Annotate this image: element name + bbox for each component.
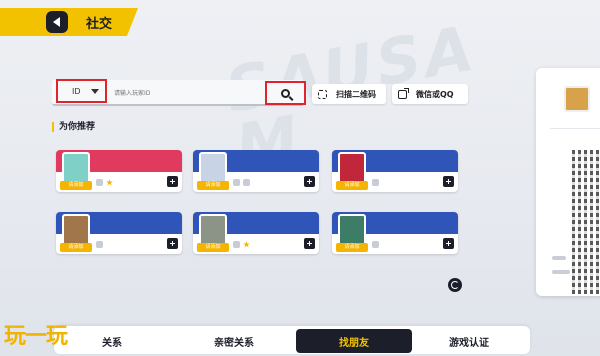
friend-card[interactable]: 请添加 — [56, 150, 182, 192]
page-title: 社交 — [86, 17, 113, 32]
add-friend-button[interactable] — [443, 176, 454, 187]
avatar — [199, 214, 227, 246]
add-friend-button[interactable] — [167, 238, 178, 249]
refresh-icon[interactable] — [448, 278, 462, 292]
medal-icon — [233, 241, 240, 248]
chevron-down-icon — [91, 88, 99, 94]
medal-icon — [372, 179, 379, 186]
share-icon — [398, 87, 409, 99]
medal-icon — [96, 241, 103, 248]
panel-divider — [550, 128, 600, 129]
friend-card[interactable]: 请添加 — [332, 212, 458, 254]
scan-qr-label: 扫描二维码 — [336, 89, 376, 99]
card-icons — [233, 241, 250, 248]
wechat-qq-button[interactable]: 微信或QQ — [392, 84, 468, 104]
card-icons — [372, 241, 379, 248]
header-bar — [0, 8, 138, 36]
search-button[interactable] — [265, 81, 306, 105]
panel-text-placeholder — [552, 270, 570, 274]
wechat-qq-label: 微信或QQ — [416, 89, 454, 99]
qr-code-icon — [572, 150, 600, 294]
add-status-badge: 请添加 — [60, 181, 92, 190]
card-icons — [96, 179, 113, 186]
friend-card[interactable]: 请添加 — [56, 212, 182, 254]
medal-icon — [243, 179, 250, 186]
card-icons — [233, 179, 250, 186]
search-icon — [281, 88, 290, 98]
avatar — [62, 152, 90, 184]
scan-qr-button[interactable]: 扫描二维码 — [312, 84, 386, 104]
player-id-input[interactable] — [114, 86, 254, 100]
medal-icon — [96, 179, 103, 186]
star-icon — [243, 241, 250, 248]
medal-icon — [233, 179, 240, 186]
tab-relations[interactable]: 关系 — [80, 329, 144, 353]
brand-watermark: 玩一玩 — [4, 324, 68, 349]
panel-text-placeholder — [552, 256, 566, 260]
star-icon — [106, 179, 113, 186]
avatar — [338, 214, 366, 246]
friend-card[interactable]: 请添加 — [193, 150, 319, 192]
add-friend-button[interactable] — [304, 176, 315, 187]
medal-icon — [372, 241, 379, 248]
tab-close-relations[interactable]: 亲密关系 — [196, 329, 272, 353]
search-type-select[interactable]: ID — [56, 79, 107, 103]
add-friend-button[interactable] — [304, 238, 315, 249]
search-type-value: ID — [72, 86, 81, 96]
add-status-badge: 请添加 — [336, 243, 368, 252]
avatar — [199, 152, 227, 184]
tab-game-verification[interactable]: 游戏认证 — [424, 329, 514, 353]
avatar — [338, 152, 366, 184]
profile-panel — [536, 68, 600, 296]
add-friend-button[interactable] — [443, 238, 454, 249]
card-icons — [372, 179, 379, 186]
recommend-section-title: 为你推荐 — [52, 122, 95, 132]
tab-find-friends[interactable]: 找朋友 — [296, 329, 412, 353]
avatar — [564, 86, 590, 112]
add-status-badge: 请添加 — [60, 243, 92, 252]
card-icons — [96, 241, 103, 248]
add-friend-button[interactable] — [167, 176, 178, 187]
scan-icon — [318, 89, 327, 99]
avatar — [62, 214, 90, 246]
add-status-badge: 请添加 — [197, 243, 229, 252]
friend-card[interactable]: 请添加 — [193, 212, 319, 254]
add-status-badge: 请添加 — [197, 181, 229, 190]
add-status-badge: 请添加 — [336, 181, 368, 190]
back-button[interactable] — [46, 11, 68, 33]
back-arrow-icon — [52, 17, 60, 27]
friend-card[interactable]: 请添加 — [332, 150, 458, 192]
